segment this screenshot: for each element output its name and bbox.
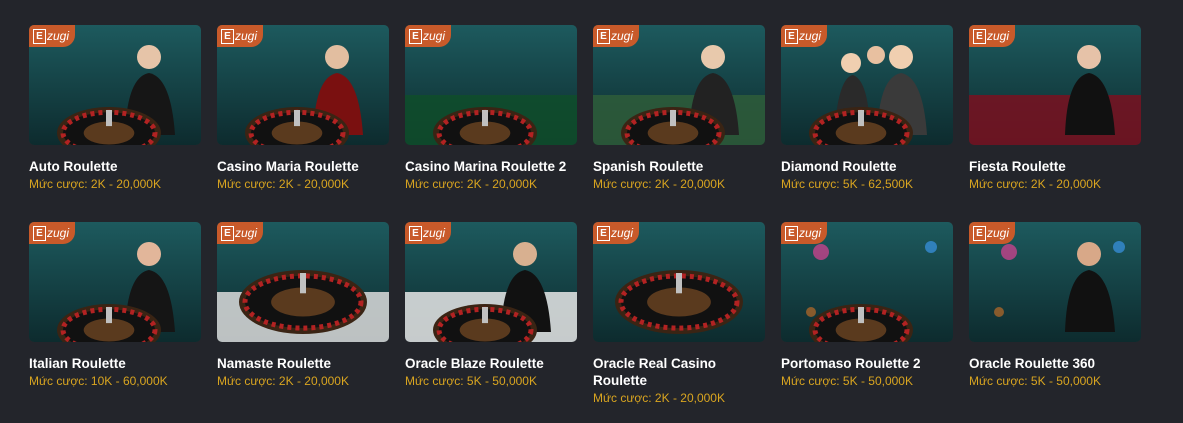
provider-badge: Ezugi [593,25,639,47]
provider-badge: Ezugi [593,222,639,244]
bet-limit: Mức cược: 2K - 20,000K [969,177,1101,191]
game-title[interactable]: Oracle Blaze Roulette [405,355,577,372]
game-title[interactable]: Portomaso Roulette 2 [781,355,953,372]
provider-logo-icon: E [33,225,46,241]
provider-logo-icon: E [221,28,234,44]
provider-logo-icon: E [409,225,422,241]
provider-badge-label: zugi [423,29,446,43]
provider-badge: Ezugi [217,222,263,244]
provider-logo-icon: E [973,225,986,241]
bet-limit: Mức cược: 2K - 20,000K [405,177,537,191]
provider-badge: Ezugi [781,25,827,47]
game-card[interactable]: Ezugi Fiesta Roulette Mức cược: 2K - 20,00… [969,25,1141,222]
provider-badge-label: zugi [235,29,258,43]
game-thumbnail[interactable]: Ezugi [969,25,1141,145]
provider-logo-icon: E [597,225,610,241]
bet-limit: Mức cược: 2K - 20,000K [217,374,349,388]
game-thumbnail[interactable]: Ezugi [217,222,389,342]
bet-limit: Mức cược: 2K - 20,000K [593,177,725,191]
game-title[interactable]: Diamond Roulette [781,158,953,175]
provider-logo-icon: E [33,28,46,44]
provider-badge-label: zugi [799,226,822,240]
provider-badge: Ezugi [29,25,75,47]
provider-badge: Ezugi [217,25,263,47]
game-thumbnail[interactable]: Ezugi [593,25,765,145]
provider-logo-icon: E [409,28,422,44]
game-card[interactable]: Ezugi Casino Marina Roulette 2 Mức cược: 2… [405,25,577,222]
provider-badge: Ezugi [29,222,75,244]
game-card[interactable]: Ezugi Portomaso Roulette 2 Mức cược: 5K - … [781,222,953,419]
bet-limit: Mức cược: 5K - 50,000K [405,374,537,388]
bet-limit: Mức cược: 2K - 20,000K [217,177,349,191]
game-title[interactable]: Oracle Roulette 360 [969,355,1141,372]
bet-limit: Mức cược: 5K - 50,000K [969,374,1101,388]
provider-logo-icon: E [221,225,234,241]
provider-badge-label: zugi [987,226,1010,240]
game-title[interactable]: Italian Roulette [29,355,201,372]
game-title[interactable]: Casino Maria Roulette [217,158,389,175]
bet-limit: Mức cược: 10K - 60,000K [29,374,168,388]
game-title[interactable]: Oracle Real Casino Roulette [593,355,765,389]
game-card[interactable]: Ezugi Diamond Roulette Mức cược: 5K - 62,5… [781,25,953,222]
provider-badge-label: zugi [47,226,70,240]
game-card[interactable]: Ezugi Spanish Roulette Mức cược: 2K - 20,0… [593,25,765,222]
game-card[interactable]: Ezugi Casino Maria Roulette Mức cược: 2K -… [217,25,389,222]
bet-limit: Mức cược: 5K - 50,000K [781,374,913,388]
provider-badge-label: zugi [611,29,634,43]
provider-badge-label: zugi [799,29,822,43]
provider-badge: Ezugi [405,222,451,244]
game-card[interactable]: Ezugi Oracle Roulette 360 Mức cược: 5K - 5… [969,222,1141,419]
game-card[interactable]: Ezugi Italian Roulette Mức cược: 10K - 60,… [29,222,201,419]
provider-logo-icon: E [785,28,798,44]
provider-logo-icon: E [597,28,610,44]
provider-badge-label: zugi [611,226,634,240]
provider-badge-label: zugi [47,29,70,43]
provider-logo-icon: E [785,225,798,241]
game-thumbnail[interactable]: Ezugi [405,25,577,145]
game-card[interactable]: Ezugi Oracle Real Casino Roulette Mức cược… [593,222,765,419]
game-card[interactable]: Ezugi Auto Roulette Mức cược: 2K - 20,000K [29,25,201,222]
game-thumbnail[interactable]: Ezugi [29,25,201,145]
game-thumbnail[interactable]: Ezugi [593,222,765,342]
game-title[interactable]: Casino Marina Roulette 2 [405,158,577,175]
game-card[interactable]: Ezugi Namaste Roulette Mức cược: 2K - 20,0… [217,222,389,419]
game-title[interactable]: Spanish Roulette [593,158,765,175]
game-thumbnail[interactable]: Ezugi [217,25,389,145]
provider-badge: Ezugi [969,25,1015,47]
game-title[interactable]: Auto Roulette [29,158,201,175]
provider-badge-label: zugi [987,29,1010,43]
bet-limit: Mức cược: 2K - 20,000K [593,391,725,405]
provider-badge-label: zugi [235,226,258,240]
game-thumbnail[interactable]: Ezugi [781,25,953,145]
provider-badge: Ezugi [405,25,451,47]
provider-badge: Ezugi [969,222,1015,244]
game-thumbnail[interactable]: Ezugi [969,222,1141,342]
game-title[interactable]: Namaste Roulette [217,355,389,372]
game-thumbnail[interactable]: Ezugi [405,222,577,342]
game-thumbnail[interactable]: Ezugi [781,222,953,342]
provider-logo-icon: E [973,28,986,44]
game-grid: Ezugi Auto Roulette Mức cược: 2K - 20,000K… [29,25,1141,419]
bet-limit: Mức cược: 5K - 62,500K [781,177,913,191]
provider-badge: Ezugi [781,222,827,244]
bet-limit: Mức cược: 2K - 20,000K [29,177,161,191]
provider-badge-label: zugi [423,226,446,240]
game-title[interactable]: Fiesta Roulette [969,158,1141,175]
game-card[interactable]: Ezugi Oracle Blaze Roulette Mức cược: 5K -… [405,222,577,419]
game-thumbnail[interactable]: Ezugi [29,222,201,342]
